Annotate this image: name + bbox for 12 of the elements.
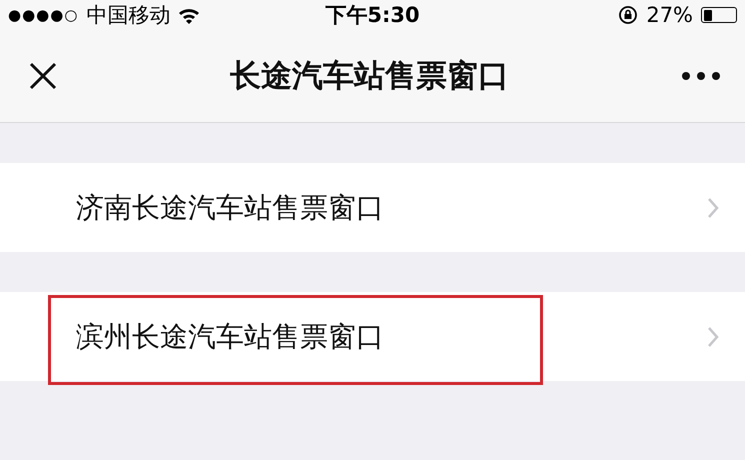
page-title: 长途汽车站售票窗口 (229, 57, 510, 96)
battery-percentage: 27% (646, 3, 694, 27)
close-button[interactable] (28, 61, 58, 91)
signal-strength: ●●●●○ (8, 6, 78, 24)
rotation-lock-icon (618, 5, 638, 25)
chevron-icon (707, 326, 719, 348)
chevron-icon (707, 196, 719, 218)
battery-icon (701, 7, 738, 23)
more-button[interactable] (681, 71, 721, 81)
wifi-icon (178, 6, 200, 24)
carrier-name: 中国移动 (86, 2, 170, 29)
status-time: 下午5:30 (325, 2, 420, 29)
